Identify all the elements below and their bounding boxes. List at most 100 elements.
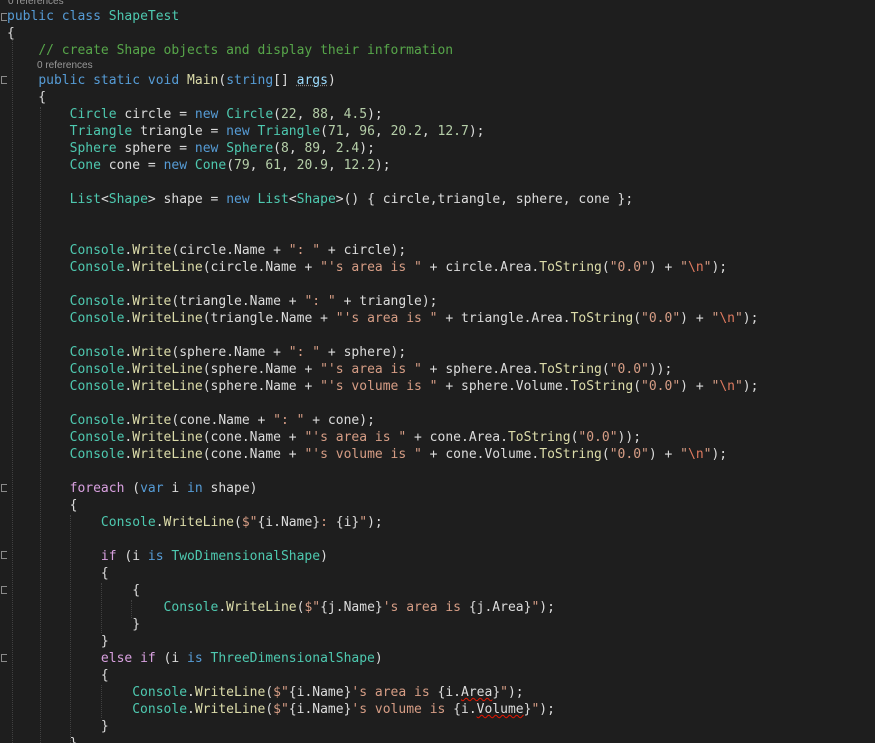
code-token: , — [374, 124, 391, 139]
code-line[interactable]: Console.WriteLine($"{j.Name}'s area is {… — [7, 599, 555, 616]
code-token: { — [7, 90, 47, 105]
code-token: ) — [327, 73, 336, 88]
code-line[interactable]: Console.Write(triangle.Name + ": " + tri… — [7, 293, 438, 310]
code-token: (sphere.Name + — [202, 379, 321, 394]
code-token: (sphere.Name + — [202, 362, 321, 377]
code-line[interactable]: } — [7, 718, 109, 735]
code-line[interactable]: { — [7, 667, 109, 684]
code-token: {i.Name} — [288, 702, 352, 717]
code-line[interactable]: { — [7, 582, 140, 599]
code-line[interactable]: foreach (var i in shape) — [7, 480, 258, 497]
code-line[interactable]: Console.WriteLine($"{i.Name}'s volume is… — [7, 701, 555, 718]
code-token: "0.0" — [609, 260, 649, 275]
code-line[interactable]: Console.WriteLine(circle.Name + "'s area… — [7, 259, 728, 276]
code-line[interactable]: Console.Write(sphere.Name + ": " + spher… — [7, 344, 407, 361]
code-token: new — [163, 158, 188, 173]
code-line[interactable]: } — [7, 616, 140, 633]
code-lens-references[interactable]: 0 references — [8, 0, 64, 8]
code-line[interactable]: // create Shape objects and display thei… — [7, 42, 453, 59]
code-token: new — [194, 107, 219, 122]
code-token: Write — [132, 345, 172, 360]
code-token: ( — [601, 447, 610, 462]
code-line[interactable]: Cone cone = new Cone(79, 61, 20.9, 12.2)… — [7, 157, 391, 174]
code-token: public — [7, 9, 54, 24]
code-token: " — [680, 447, 688, 462]
code-line[interactable]: List<Shape> shape = new List<Shape>() { … — [7, 191, 634, 208]
code-token: "0.0" — [641, 311, 681, 326]
code-line[interactable]: public static void Main(string[] args) — [7, 72, 336, 89]
code-line[interactable]: Console.WriteLine(sphere.Name + "'s volu… — [7, 378, 759, 395]
code-line[interactable]: Triangle triangle = new Triangle(71, 96,… — [7, 123, 485, 140]
code-token: "'s area is " — [320, 362, 422, 377]
code-lens-references[interactable]: 0 references — [37, 60, 93, 72]
code-token: cone = — [100, 158, 164, 173]
code-token: ToString — [539, 447, 602, 462]
code-token: circle = — [116, 107, 195, 122]
code-line[interactable]: Console.WriteLine($"{i.Name}: {i}"); — [7, 514, 383, 531]
code-line[interactable]: Circle circle = new Circle(22, 88, 4.5); — [7, 106, 383, 123]
code-token: (cone.Name + — [171, 413, 274, 428]
code-line[interactable]: Console.WriteLine(sphere.Name + "'s area… — [7, 361, 673, 378]
code-token: < — [100, 192, 109, 207]
code-token: ShapeTest — [108, 9, 180, 24]
code-token: ); — [359, 141, 375, 156]
code-token: (triangle.Name + — [171, 294, 305, 309]
code-token: Cone — [194, 158, 227, 173]
code-token: ( — [273, 141, 281, 156]
code-token: string — [226, 73, 274, 88]
code-line[interactable]: Console.WriteLine(triangle.Name + "'s ar… — [7, 310, 759, 327]
code-token: { — [7, 26, 15, 41]
code-token: in — [187, 481, 203, 496]
code-line[interactable]: { — [7, 565, 109, 582]
code-line[interactable]: } — [7, 633, 109, 650]
code-line[interactable]: { — [7, 89, 46, 106]
code-token: ); — [711, 447, 728, 462]
code-token: WriteLine — [226, 600, 297, 615]
code-token: ( — [265, 685, 274, 700]
code-token: Circle — [226, 107, 274, 122]
code-line[interactable]: Console.Write(circle.Name + ": " + circl… — [7, 242, 407, 259]
code-line[interactable]: if (i is TwoDimensionalShape) — [7, 548, 328, 565]
code-token: Volume — [476, 702, 524, 717]
code-line[interactable]: { — [7, 497, 78, 514]
code-editor[interactable]: 0 references 0 references public class S… — [0, 0, 875, 743]
code-line[interactable]: { — [7, 25, 15, 42]
code-token: Area — [461, 685, 493, 700]
code-token: if — [140, 651, 156, 666]
code-token: " — [359, 515, 368, 530]
code-token: Circle — [69, 107, 117, 122]
code-token: WriteLine — [163, 515, 234, 530]
code-token: ( — [601, 362, 610, 377]
code-line[interactable]: public class ShapeTest — [7, 8, 179, 25]
code-token: 20.2 — [390, 124, 422, 139]
code-token: \n — [688, 447, 704, 462]
code-token: ); — [742, 311, 759, 326]
code-token: List — [69, 192, 101, 207]
code-token: ToString — [507, 430, 571, 445]
code-token: ) — [374, 651, 383, 666]
code-token: 71 — [327, 124, 344, 139]
code-line[interactable]: } — [7, 735, 78, 743]
code-token: 's area is — [351, 685, 438, 700]
code-token: . — [187, 702, 195, 717]
code-token: : — [320, 515, 336, 530]
code-line[interactable]: else if (i is ThreeDimensionalShape) — [7, 650, 383, 667]
code-token: >() { circle,triangle, sphere, cone }; — [335, 192, 634, 207]
code-line[interactable]: Console.WriteLine($"{i.Name}'s area is {… — [7, 684, 523, 701]
code-token: { — [7, 566, 109, 581]
code-token: Write — [132, 413, 172, 428]
code-token: WriteLine — [132, 379, 203, 394]
code-token: + cone.Volume. — [421, 447, 540, 462]
code-line[interactable]: Console.WriteLine(cone.Name + "'s area i… — [7, 429, 641, 446]
code-line[interactable]: Console.WriteLine(cone.Name + "'s volume… — [7, 446, 728, 463]
code-token: WriteLine — [132, 447, 203, 462]
code-line[interactable]: Sphere sphere = new Sphere(8, 89, 2.4); — [7, 140, 375, 157]
code-line[interactable]: Console.Write(cone.Name + ": " + cone); — [7, 412, 375, 429]
